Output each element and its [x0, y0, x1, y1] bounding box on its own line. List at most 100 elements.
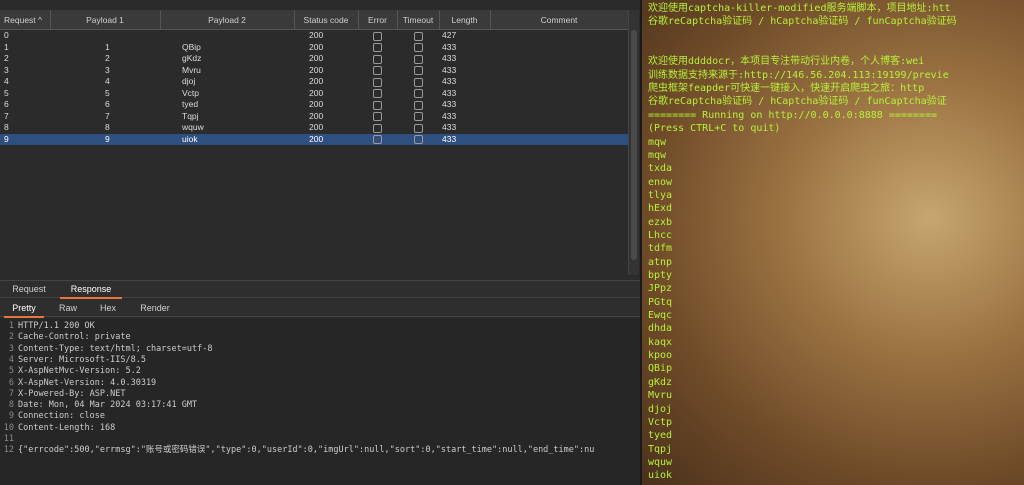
checkbox[interactable]: [413, 31, 423, 41]
terminal-line: txda: [648, 163, 673, 175]
checkbox[interactable]: [413, 112, 423, 121]
sort-asc-icon: ^: [38, 14, 43, 25]
terminal-line: kpoo: [648, 350, 673, 362]
table-row[interactable]: 5 5 Vctp 200 433: [0, 88, 628, 100]
cell-length: 433: [442, 110, 457, 121]
req-resp-tabs: Request Response: [0, 280, 640, 299]
tab-request[interactable]: Request: [4, 281, 54, 297]
line-number: 10: [3, 422, 14, 433]
table-row[interactable]: 2 2 gKdz 200 433: [0, 53, 628, 65]
checkbox[interactable]: [413, 54, 423, 64]
checkbox[interactable]: [373, 43, 382, 52]
header-name: Content-Length:: [18, 422, 95, 433]
cell-length: 433: [442, 99, 457, 110]
checkbox[interactable]: [413, 43, 423, 52]
checkbox[interactable]: [413, 135, 423, 144]
cell-request: 1: [4, 41, 9, 52]
checkbox[interactable]: [373, 89, 382, 98]
table-row[interactable]: 3 3 Mvru 200 433: [0, 65, 628, 77]
cell-status: 200: [309, 122, 324, 133]
checkbox[interactable]: [373, 112, 382, 121]
tab-pretty[interactable]: Pretty: [4, 300, 44, 318]
cell-comment: [490, 42, 628, 54]
cell-timeout: [397, 30, 439, 42]
checkbox[interactable]: [373, 77, 382, 87]
col-header-request[interactable]: Request ^: [0, 10, 51, 30]
checkbox[interactable]: [373, 54, 382, 64]
cell-comment: [490, 133, 628, 145]
header-name: Cache-Control:: [18, 332, 90, 343]
table-row[interactable]: 8 8 wquw 200 433: [0, 122, 628, 134]
col-header-length[interactable]: Length: [439, 10, 491, 30]
checkbox[interactable]: [373, 135, 382, 144]
header-value: private: [89, 332, 131, 343]
terminal-line: bpty: [648, 270, 673, 281]
tab-raw[interactable]: Raw: [50, 300, 86, 316]
table-row[interactable]: 4 4 djoj 200 433: [0, 76, 628, 88]
cell-length: 433: [439, 133, 490, 145]
cell-request: 7: [4, 110, 9, 121]
cell-payload1: 2: [105, 53, 110, 64]
checkbox[interactable]: [373, 100, 382, 110]
tab-hex[interactable]: Hex: [90, 300, 126, 316]
table-row[interactable]: 6 6 tyed 200 433: [0, 99, 628, 111]
table-row[interactable]: 7 7 Tqpj 200 433: [0, 111, 628, 123]
results-scrollbar[interactable]: [628, 10, 639, 275]
cell-length: 433: [442, 76, 457, 87]
line-number: 4: [8, 354, 14, 365]
header-value: Mon, 04 Mar 2024 03:17:41 GMT: [43, 400, 198, 411]
col-header-status[interactable]: Status code: [294, 10, 359, 30]
scrollbar-thumb[interactable]: [631, 30, 637, 260]
table-row[interactable]: 0 200 427: [0, 30, 628, 42]
line-number: 9: [8, 411, 14, 422]
cell-timeout: [397, 42, 439, 54]
response-line: 4 Server: Microsoft-IIS/8.5: [0, 355, 146, 366]
cell-payload1: 6: [105, 99, 110, 110]
cell-timeout: [397, 88, 439, 100]
response-line: 12 {"errcode":500,"errmsg":"账号或密码错误","typ…: [0, 445, 595, 456]
cell-comment: [490, 88, 628, 100]
cell-payload2: [160, 30, 294, 42]
checkbox[interactable]: [413, 89, 423, 98]
results-table: Request ^ Payload 1 Payload 2 Status cod…: [0, 10, 628, 145]
cell-timeout: [397, 53, 439, 65]
table-row[interactable]: 9 9 uiok 200 433: [0, 133, 628, 145]
checkbox[interactable]: [413, 77, 423, 87]
cell-length: 433: [442, 87, 457, 98]
cell-payload1: 9: [50, 133, 160, 145]
checkbox[interactable]: [373, 66, 382, 75]
checkbox[interactable]: [373, 31, 382, 41]
terminal-line: 谷歌reCaptcha验证码 / hCaptcha验证码 / funCaptch…: [648, 16, 957, 28]
cell-comment: [490, 111, 628, 123]
cell-payload1: 8: [105, 122, 110, 133]
terminal-line: 爬虫框架feapder可快速一键接入，快速开启爬虫之旅：http: [648, 83, 925, 95]
checkbox[interactable]: [413, 123, 423, 133]
cell-comment: [490, 30, 628, 42]
cell-payload1: 3: [105, 64, 110, 75]
terminal-line: (Press CTRL+C to quit): [648, 123, 781, 135]
terminal-window[interactable]: 欢迎使用captcha-killer-modified服务端脚本，项目地址:ht…: [640, 0, 1024, 485]
terminal-line: 欢迎使用ddddocr，本项目专注带动行业内卷，个人博客:wei: [648, 56, 925, 68]
line-number: 7: [8, 388, 14, 399]
terminal-line: atnp: [648, 256, 673, 268]
checkbox[interactable]: [413, 66, 423, 75]
header-value: close: [74, 411, 106, 422]
tab-render[interactable]: Render: [130, 300, 180, 316]
col-header-payload1[interactable]: Payload 1: [50, 10, 161, 30]
table-row[interactable]: 1 1 QBip 200 433: [0, 42, 628, 54]
terminal-line: enow: [648, 176, 673, 188]
cell-payload1: 5: [105, 87, 110, 98]
response-viewer[interactable]: 1 HTTP/1.1 200 OK 2 Cache-Control: private 3…: [0, 319, 640, 485]
terminal-line: uiok: [648, 470, 673, 482]
col-header-comment[interactable]: Comment: [490, 10, 628, 30]
checkbox[interactable]: [413, 100, 423, 110]
table-header-row: Request ^ Payload 1 Payload 2 Status cod…: [0, 10, 628, 30]
checkbox[interactable]: [373, 123, 382, 133]
col-header-error[interactable]: Error: [358, 10, 398, 30]
cell-payload2: Vctp: [182, 87, 200, 98]
col-header-payload2[interactable]: Payload 2: [160, 10, 295, 30]
cell-length: 433: [442, 122, 457, 133]
cell-timeout: [397, 99, 439, 111]
tab-response[interactable]: Response: [60, 281, 122, 299]
col-header-timeout[interactable]: Timeout: [397, 10, 440, 30]
